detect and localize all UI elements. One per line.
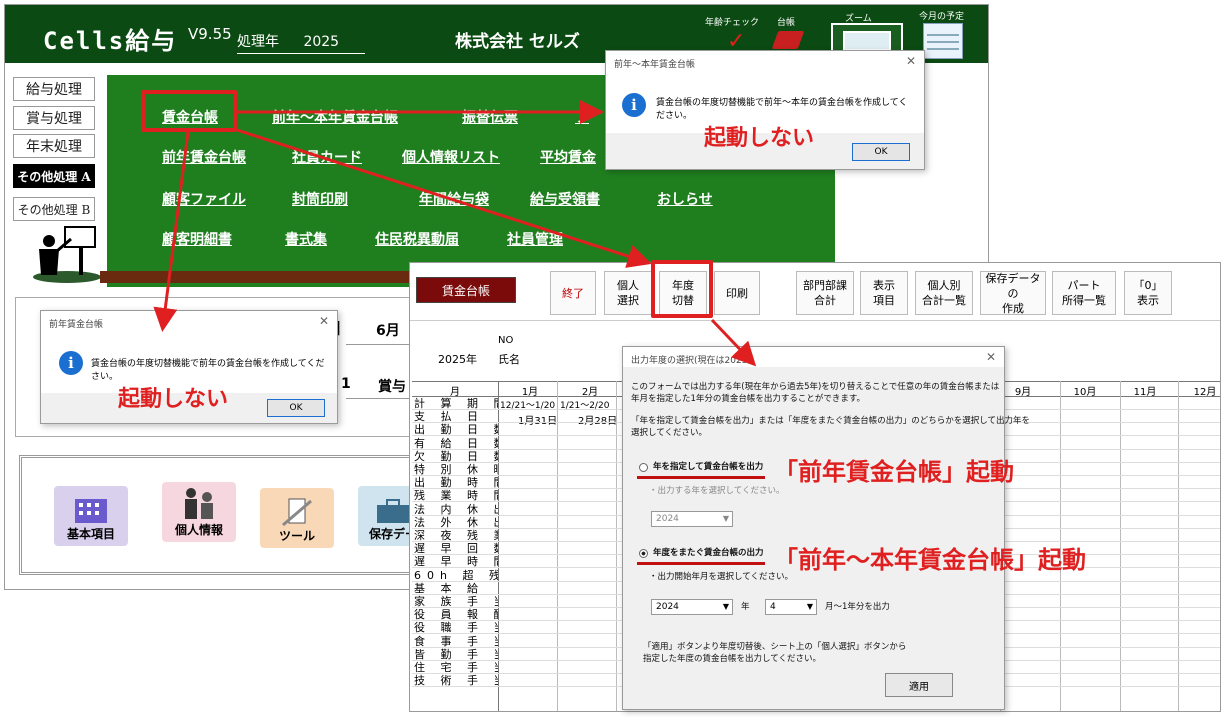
annotation-arrows bbox=[153, 100, 757, 367]
arrow-to-left-dialog bbox=[153, 131, 190, 332]
arrow-to-year-dialog bbox=[710, 318, 757, 367]
arrow-to-year-switch bbox=[236, 128, 652, 268]
